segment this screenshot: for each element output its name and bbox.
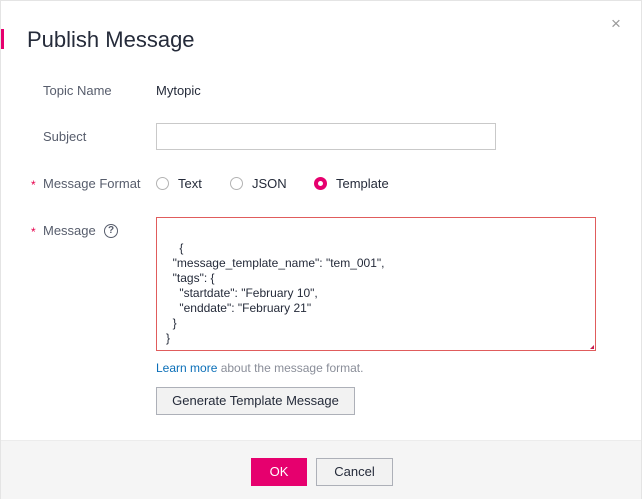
resize-handle-icon[interactable]	[590, 345, 594, 349]
publish-message-dialog: Publish Message × Topic Name Mytopic Sub…	[0, 0, 642, 499]
dialog-title: Publish Message	[27, 27, 195, 52]
format-radio-label: Text	[178, 176, 202, 191]
title-accent-bar	[1, 29, 4, 49]
format-radio-template[interactable]: Template	[314, 176, 389, 191]
radio-circle	[230, 177, 243, 190]
required-marker: *	[31, 225, 36, 239]
help-icon[interactable]: ?	[104, 224, 118, 238]
message-content: { "message_template_name": "tem_001", "t…	[166, 241, 385, 345]
dialog-footer: OK Cancel	[1, 440, 641, 499]
format-radio-label: JSON	[252, 176, 287, 191]
learn-more-text: Learn more about the message format.	[156, 361, 363, 376]
format-radio-json[interactable]: JSON	[230, 176, 287, 191]
cancel-button[interactable]: Cancel	[316, 458, 393, 486]
subject-input[interactable]	[156, 123, 496, 150]
radio-circle	[156, 177, 169, 190]
radio-circle-checked	[314, 177, 327, 190]
format-radio-label: Template	[336, 176, 389, 191]
learn-more-link[interactable]: Learn more	[156, 361, 217, 375]
learn-more-rest: about the message format.	[217, 361, 364, 375]
message-label: Message	[43, 223, 96, 238]
topic-name-label: Topic Name	[43, 83, 112, 98]
topic-name-value: Mytopic	[156, 83, 201, 98]
ok-button[interactable]: OK	[251, 458, 307, 486]
subject-label: Subject	[43, 129, 87, 144]
required-marker: *	[31, 178, 36, 192]
generate-template-message-button[interactable]: Generate Template Message	[156, 387, 355, 415]
format-radio-text[interactable]: Text	[156, 176, 202, 191]
message-format-label: Message Format	[43, 176, 141, 191]
message-textarea[interactable]: { "message_template_name": "tem_001", "t…	[156, 217, 596, 351]
close-icon[interactable]: ×	[611, 15, 621, 32]
